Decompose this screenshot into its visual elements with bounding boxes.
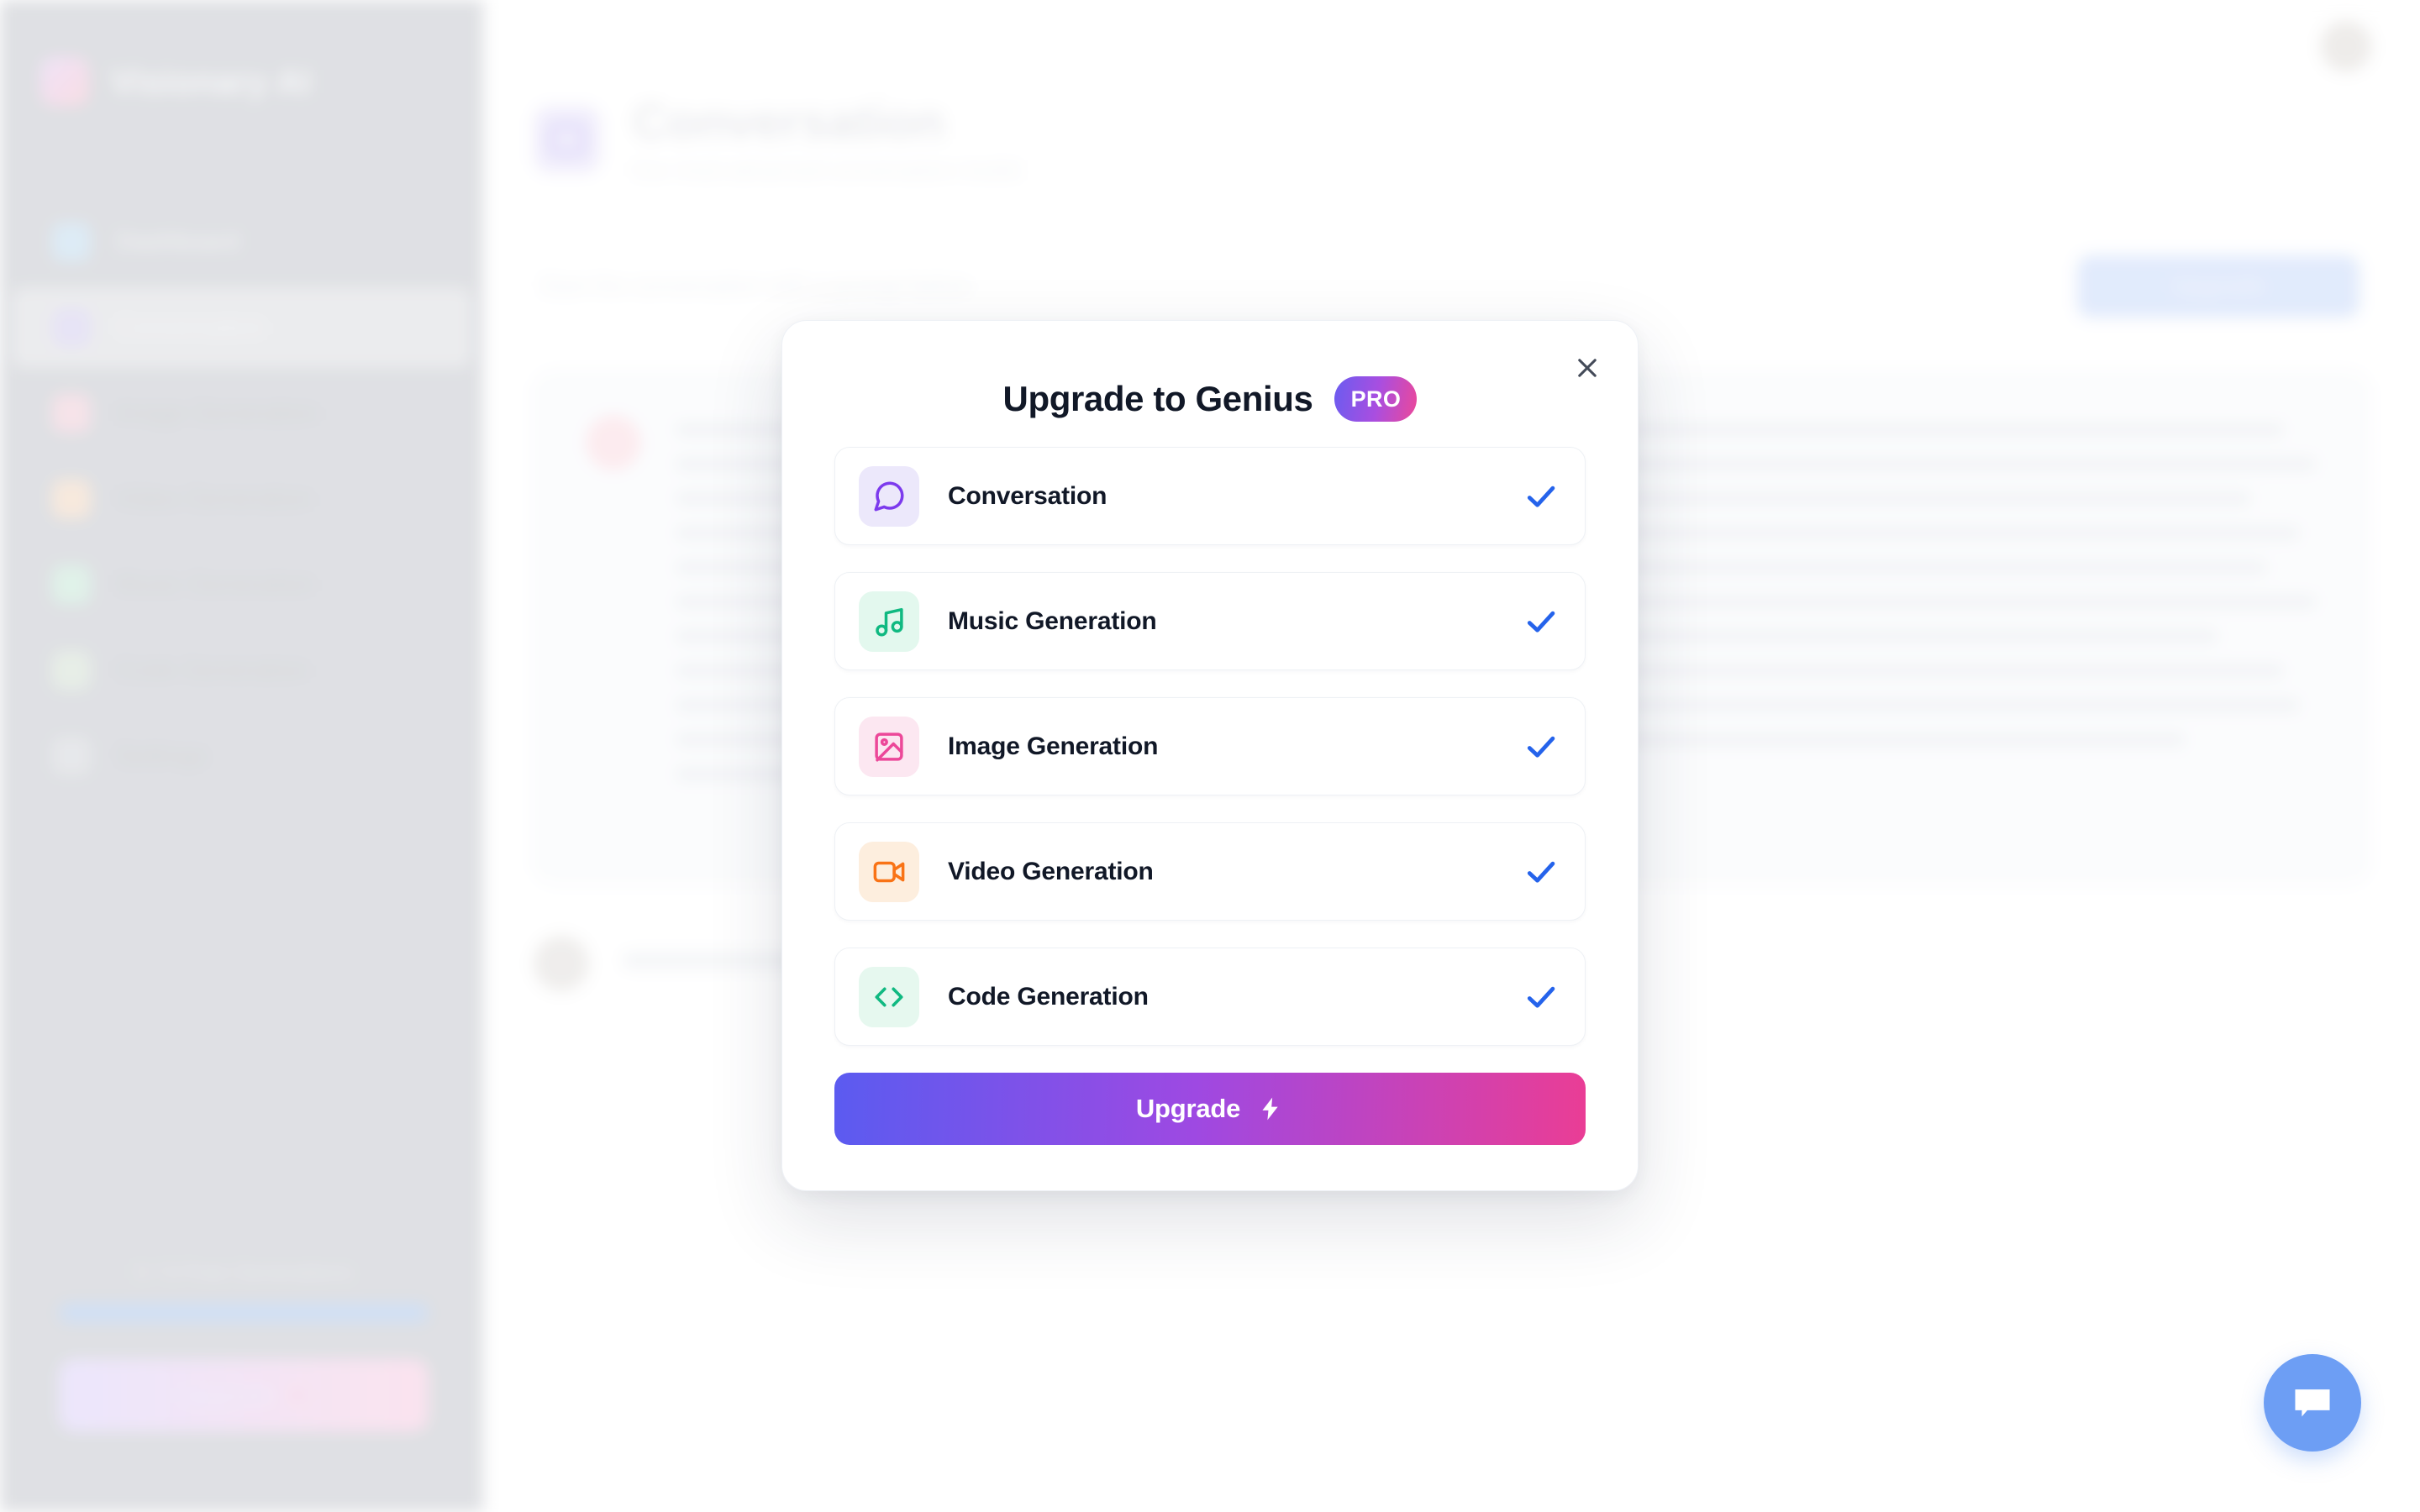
- tool-row-image-generation[interactable]: Image Generation: [834, 697, 1586, 795]
- tool-label: Video Generation: [948, 857, 1154, 885]
- tool-row-video-generation[interactable]: Video Generation: [834, 822, 1586, 921]
- tool-label: Music Generation: [948, 606, 1157, 635]
- modal-header: Upgrade to Genius PRO: [782, 321, 1638, 422]
- tool-label: Conversation: [948, 481, 1107, 510]
- music-note-icon: [859, 591, 919, 652]
- image-icon: [859, 716, 919, 777]
- zap-icon: [1262, 1097, 1278, 1121]
- check-icon: [1527, 736, 1555, 758]
- app-root: Visionary AI Dashboard Conversation Imag…: [0, 0, 2420, 1512]
- tool-label: Code Generation: [948, 982, 1149, 1011]
- upgrade-modal: Upgrade to Genius PRO Conversation Music…: [781, 320, 1639, 1191]
- pro-badge: PRO: [1334, 376, 1418, 422]
- close-icon[interactable]: [1564, 344, 1611, 391]
- tool-label: Image Generation: [948, 732, 1159, 760]
- video-icon: [859, 841, 919, 902]
- check-icon: [1527, 861, 1555, 883]
- check-icon: [1527, 986, 1555, 1008]
- tool-row-conversation[interactable]: Conversation: [834, 447, 1586, 545]
- code-brackets-icon: [859, 966, 919, 1027]
- upgrade-button[interactable]: Upgrade: [834, 1073, 1586, 1145]
- tools-list: Conversation Music Generation Image Gene…: [782, 422, 1638, 1046]
- check-icon: [1527, 486, 1555, 507]
- chat-bubble-icon: [859, 465, 919, 527]
- check-icon: [1527, 611, 1555, 633]
- upgrade-button-label: Upgrade: [1135, 1094, 1241, 1123]
- tool-row-code-generation[interactable]: Code Generation: [834, 948, 1586, 1046]
- modal-title: Upgrade to Genius: [1002, 379, 1313, 418]
- tool-row-music-generation[interactable]: Music Generation: [834, 572, 1586, 670]
